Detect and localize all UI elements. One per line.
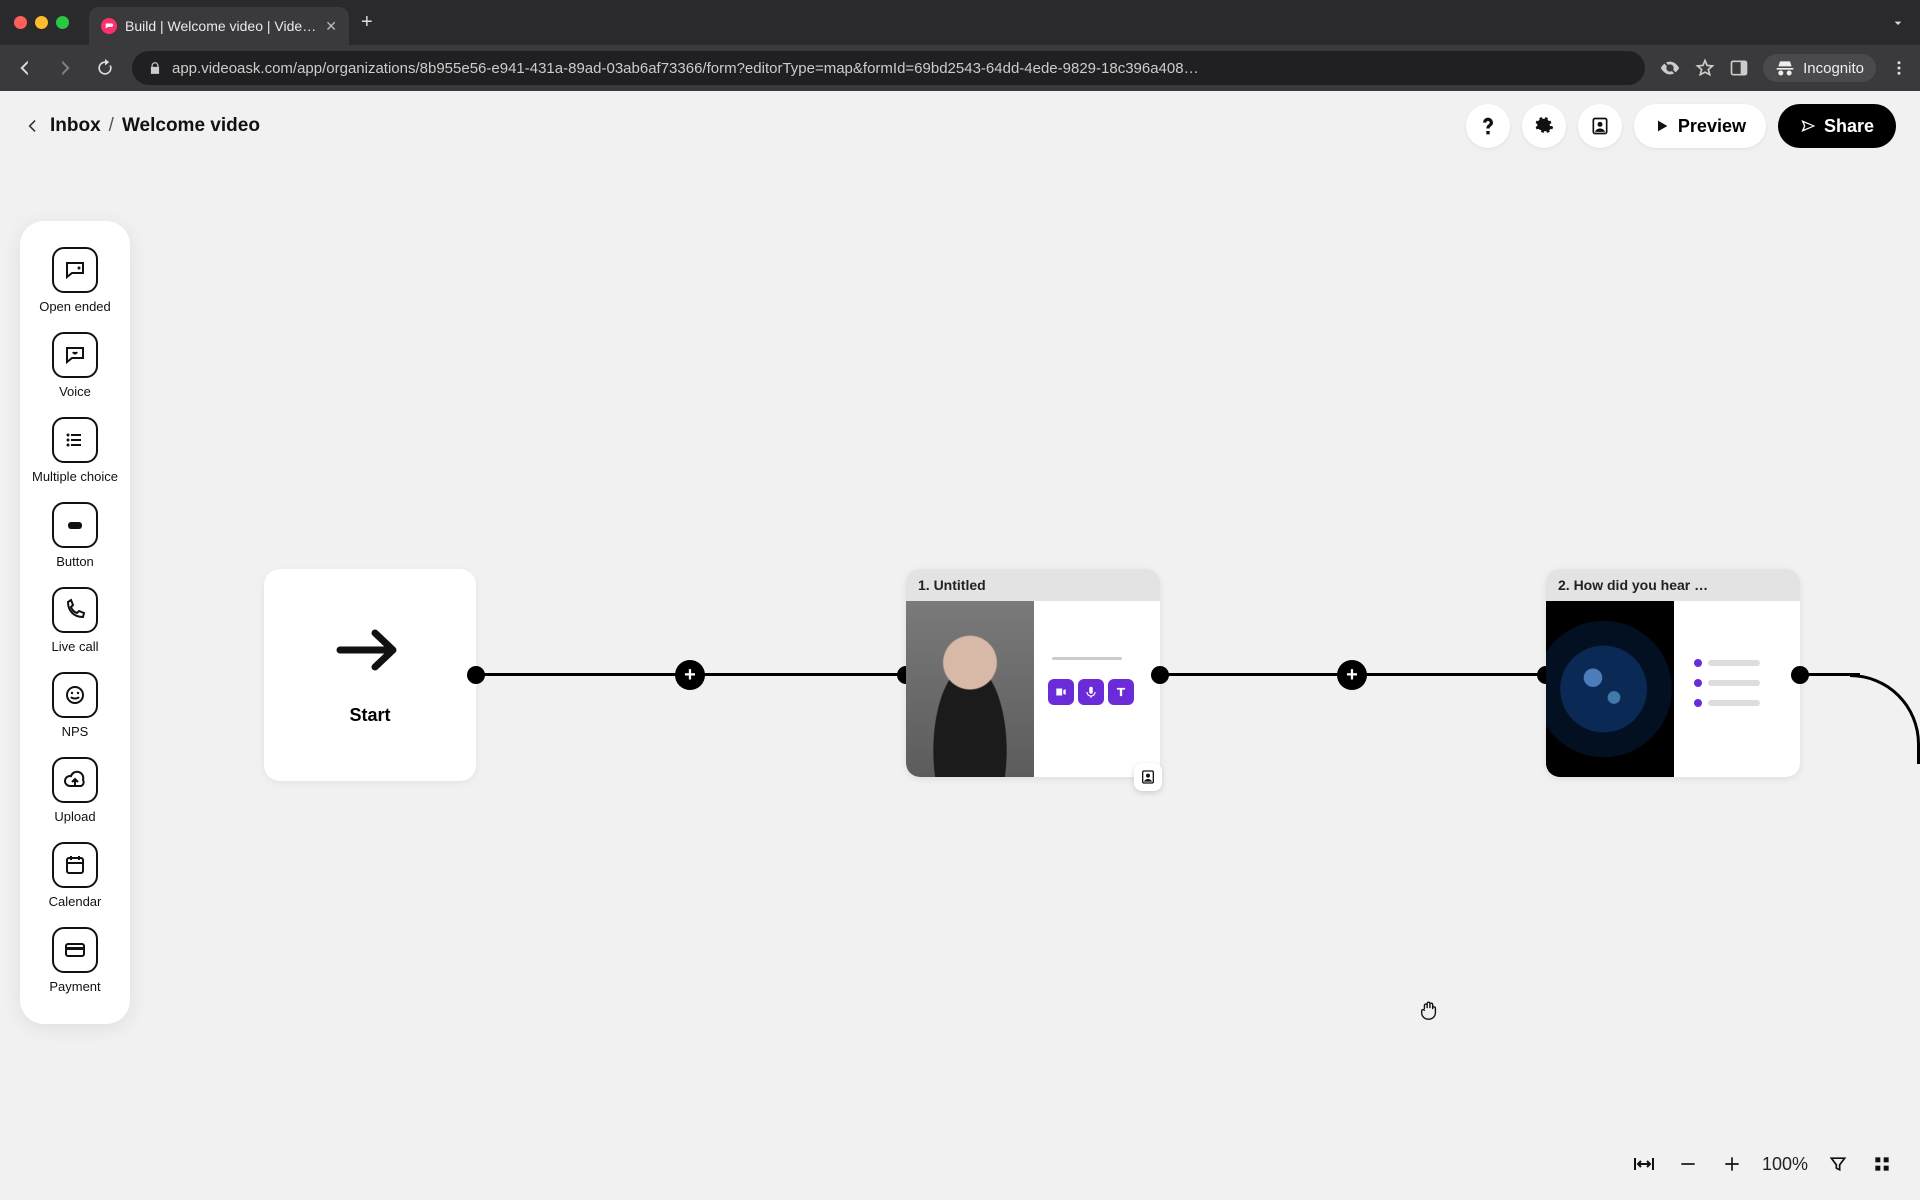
fit-width-button[interactable] — [1630, 1150, 1658, 1178]
video-answer-icon — [1048, 679, 1074, 705]
gear-icon — [1534, 116, 1554, 136]
send-icon — [1800, 118, 1816, 134]
calendar-icon — [52, 842, 98, 888]
step-node-2[interactable]: 2. How did you hear … — [1546, 569, 1800, 777]
contact-form-button[interactable] — [1578, 104, 1622, 148]
zoom-out-button[interactable] — [1674, 1150, 1702, 1178]
person-card-icon — [1590, 116, 1610, 136]
nav-reload-button[interactable] — [92, 55, 118, 81]
tabs-overflow-icon[interactable] — [1890, 15, 1906, 31]
tool-label: Voice — [59, 384, 91, 399]
add-node-button[interactable]: + — [675, 660, 705, 690]
flow-canvas[interactable]: Open ended Voice Multiple choice Button … — [0, 161, 1920, 1200]
window-close-button[interactable] — [14, 16, 27, 29]
voice-bubble-icon — [52, 332, 98, 378]
button-icon — [52, 502, 98, 548]
tool-label: Open ended — [39, 299, 111, 314]
incognito-badge[interactable]: Incognito — [1763, 54, 1876, 82]
url-bar[interactable]: app.videoask.com/app/organizations/8b955… — [132, 51, 1645, 85]
tool-label: Live call — [52, 639, 99, 654]
credit-card-icon — [52, 927, 98, 973]
text-answer-icon — [1108, 679, 1134, 705]
zoom-in-button[interactable] — [1718, 1150, 1746, 1178]
tool-upload[interactable]: Upload — [28, 751, 122, 834]
tool-button[interactable]: Button — [28, 496, 122, 579]
tool-label: Upload — [54, 809, 95, 824]
tool-label: Button — [56, 554, 94, 569]
new-tab-button[interactable]: + — [361, 11, 373, 34]
step-answer-preview — [1034, 601, 1160, 777]
preview-label: Preview — [1678, 116, 1746, 137]
breadcrumb-separator: / — [109, 115, 114, 137]
window-controls — [14, 16, 69, 29]
help-button[interactable] — [1466, 104, 1510, 148]
tool-live-call[interactable]: Live call — [28, 581, 122, 664]
breadcrumb-current: Welcome video — [122, 115, 260, 137]
phone-icon — [52, 587, 98, 633]
nav-forward-button[interactable] — [52, 55, 78, 81]
tab-close-icon[interactable]: ✕ — [325, 18, 337, 35]
chat-bubble-icon — [52, 247, 98, 293]
window-zoom-button[interactable] — [56, 16, 69, 29]
connector-arc — [1850, 674, 1920, 764]
question-icon — [1478, 116, 1498, 136]
tool-calendar[interactable]: Calendar — [28, 836, 122, 919]
step-title: 1. Untitled — [906, 569, 1160, 601]
tool-label: Multiple choice — [32, 469, 118, 484]
tool-payment[interactable]: Payment — [28, 921, 122, 1004]
tool-label: Payment — [49, 979, 100, 994]
browser-tab-strip: Build | Welcome video | VideoA ✕ + — [0, 0, 1920, 45]
preview-button[interactable]: Preview — [1634, 104, 1766, 148]
contact-badge-icon[interactable] — [1134, 763, 1162, 791]
tool-label: NPS — [62, 724, 89, 739]
url-text: app.videoask.com/app/organizations/8b955… — [172, 60, 1629, 77]
tool-voice[interactable]: Voice — [28, 326, 122, 409]
filter-button[interactable] — [1824, 1150, 1852, 1178]
audio-answer-icon — [1078, 679, 1104, 705]
settings-button[interactable] — [1522, 104, 1566, 148]
smiley-icon — [52, 672, 98, 718]
side-panel-icon[interactable] — [1729, 58, 1749, 78]
kebab-menu-icon[interactable] — [1890, 59, 1908, 77]
list-icon — [52, 417, 98, 463]
grab-cursor-icon — [1418, 999, 1440, 1021]
nav-back-button[interactable] — [12, 55, 38, 81]
cloud-upload-icon — [52, 757, 98, 803]
tool-open-ended[interactable]: Open ended — [28, 241, 122, 324]
incognito-label: Incognito — [1803, 60, 1864, 77]
tool-multiple-choice[interactable]: Multiple choice — [28, 411, 122, 494]
tab-title: Build | Welcome video | VideoA — [125, 18, 317, 34]
tab-favicon-icon — [101, 18, 117, 34]
zoom-controls: 100% — [1630, 1150, 1896, 1178]
share-button[interactable]: Share — [1778, 104, 1896, 148]
window-minimize-button[interactable] — [35, 16, 48, 29]
bookmark-star-icon[interactable] — [1695, 58, 1715, 78]
breadcrumb-back-icon[interactable] — [24, 117, 42, 135]
eye-off-icon[interactable] — [1659, 57, 1681, 79]
breadcrumb: Inbox / Welcome video — [24, 115, 260, 137]
step-thumbnail — [1546, 601, 1674, 777]
lock-icon — [148, 61, 162, 75]
tool-nps[interactable]: NPS — [28, 666, 122, 749]
step-answer-preview — [1674, 601, 1800, 777]
share-label: Share — [1824, 116, 1874, 137]
step-node-1[interactable]: 1. Untitled — [906, 569, 1160, 777]
step-title: 2. How did you hear … — [1546, 569, 1800, 601]
start-node[interactable]: Start — [264, 569, 476, 781]
play-icon — [1654, 118, 1670, 134]
start-label: Start — [349, 705, 390, 726]
add-node-button[interactable]: + — [1337, 660, 1367, 690]
tool-label: Calendar — [49, 894, 102, 909]
app-header: Inbox / Welcome video Preview Share — [0, 91, 1920, 161]
breadcrumb-inbox-link[interactable]: Inbox — [50, 115, 101, 137]
incognito-icon — [1775, 58, 1795, 78]
arrow-right-icon — [335, 625, 405, 675]
step-thumbnail — [906, 601, 1034, 777]
toolbox: Open ended Voice Multiple choice Button … — [20, 221, 130, 1024]
layout-grid-button[interactable] — [1868, 1150, 1896, 1178]
zoom-level: 100% — [1762, 1154, 1808, 1175]
browser-toolbar: app.videoask.com/app/organizations/8b955… — [0, 45, 1920, 91]
browser-tab[interactable]: Build | Welcome video | VideoA ✕ — [89, 7, 349, 45]
